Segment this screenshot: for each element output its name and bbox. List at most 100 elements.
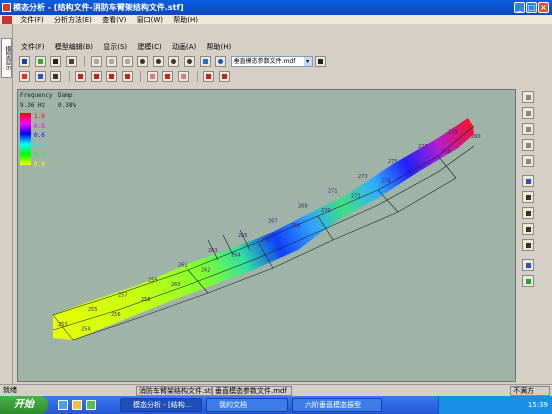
zoom-in-icon[interactable]	[137, 56, 149, 67]
close-button[interactable]: ×	[538, 2, 549, 13]
maximize-button[interactable]: □	[526, 2, 537, 13]
pointer-icon[interactable]	[65, 56, 77, 67]
step-forward-icon[interactable]	[178, 71, 190, 82]
node-label: 255	[88, 307, 98, 313]
status-file1: 消防车臂架结构文件.stf	[136, 386, 212, 396]
curve-icon[interactable]	[522, 123, 534, 135]
axis-icon[interactable]	[522, 175, 534, 187]
task-mode-shape[interactable]: 六阶垂直模态振型	[292, 398, 382, 412]
boom-surface	[53, 118, 474, 340]
line-icon[interactable]	[522, 91, 534, 103]
ie-icon[interactable]	[58, 400, 68, 410]
node-label: 265	[238, 233, 248, 239]
status-file2: 垂直模态参数文件.mdf	[212, 386, 292, 396]
mesh-icon[interactable]	[50, 71, 62, 82]
folder-icon[interactable]	[72, 400, 82, 410]
node-label: 269	[298, 204, 308, 210]
node-label: 263	[208, 248, 218, 254]
rotate-icon[interactable]	[522, 139, 534, 151]
transform-icon[interactable]	[522, 259, 534, 271]
node-label: 264	[231, 253, 241, 259]
grid-icon[interactable]	[522, 155, 534, 167]
globe-icon[interactable]	[215, 56, 227, 67]
left-panel	[0, 24, 13, 386]
task-my-documents[interactable]: 我的文档	[206, 398, 288, 412]
plus-icon[interactable]	[522, 107, 534, 119]
node-label: 277	[418, 144, 428, 150]
file-select-value: 垂直模态参数文件.mdf	[233, 58, 296, 65]
speed-icon[interactable]	[121, 71, 133, 82]
tab-model-display[interactable]: 模型显示	[1, 38, 12, 78]
minimize-button[interactable]: _	[514, 2, 525, 13]
rewind-icon[interactable]	[75, 71, 87, 82]
node-label: 259	[148, 278, 158, 284]
child-menu-help[interactable]: 帮助(H)	[202, 43, 235, 51]
undo-icon[interactable]	[90, 56, 102, 67]
node-label: 262	[201, 267, 211, 273]
menu-file[interactable]: 文件(F)	[16, 16, 48, 24]
node-label: 257	[118, 292, 128, 298]
step-icon[interactable]	[162, 71, 174, 82]
split-h-icon[interactable]	[522, 191, 534, 203]
node-label: 256	[111, 312, 121, 318]
zoom-fit-icon[interactable]	[184, 56, 196, 67]
task-modal-analysis[interactable]: 模态分析 - [结构...	[120, 398, 202, 412]
chevron-down-icon[interactable]: ▾	[303, 57, 312, 66]
node-label: 272	[351, 193, 361, 199]
boom-model: 253 254 255 256 257 258 259 260 261 262 263 264 265 2…	[52, 118, 481, 341]
node-label: 253	[58, 322, 68, 328]
menu-help[interactable]: 帮助(H)	[169, 16, 202, 24]
menu-window[interactable]: 窗口(W)	[133, 16, 167, 24]
right-toolbar	[518, 89, 552, 382]
node-label: 275	[388, 159, 398, 165]
save-icon[interactable]	[19, 56, 30, 67]
separator	[140, 71, 142, 82]
status-ready: 就绪	[3, 386, 17, 394]
taskbar: 开始 模态分析 - [结构... 我的文档 六阶垂直模态振型 15:39	[0, 396, 552, 414]
app-icon	[2, 3, 11, 12]
move-icon[interactable]	[50, 56, 62, 67]
zoom-box-icon[interactable]	[168, 56, 180, 67]
node-label: 271	[328, 189, 338, 195]
step-back-icon[interactable]	[146, 71, 158, 82]
chart-icon[interactable]	[522, 239, 534, 251]
child-menu-bar: 文件(F) 模型编辑(B) 显示(S) 建模(C) 动画(A) 帮助(H)	[17, 42, 547, 53]
pause-icon[interactable]	[106, 71, 118, 82]
zoom-out-icon[interactable]	[152, 56, 164, 67]
separator	[68, 71, 70, 82]
plot-icon[interactable]	[522, 223, 534, 235]
node-label: 254	[81, 327, 91, 333]
amp-up-icon[interactable]	[203, 71, 215, 82]
node-label: 268	[291, 223, 301, 229]
split-v-icon[interactable]	[522, 207, 534, 219]
color-map-icon[interactable]	[19, 71, 30, 82]
child-menu-file[interactable]: 文件(F)	[17, 43, 49, 51]
separator	[84, 56, 86, 67]
start-button[interactable]: 开始	[0, 396, 48, 414]
play-icon[interactable]	[90, 71, 102, 82]
child-menu-animate[interactable]: 动画(A)	[168, 43, 200, 51]
file-select[interactable]: 垂直模态参数文件.mdf ▾	[230, 56, 313, 67]
child-toolbar-1: 垂直模态参数文件.mdf ▾	[17, 55, 547, 69]
amp-down-icon[interactable]	[218, 71, 230, 82]
child-menu-edit[interactable]: 模型编辑(B)	[51, 43, 97, 51]
model-viewport[interactable]: Frequency Damp 9.36 Hz 0.38% 1.0 0.8 0.6 0.…	[17, 89, 516, 382]
menu-analysis[interactable]: 分析方法(E)	[50, 16, 96, 24]
node-label: 273	[358, 174, 368, 180]
node-label: 279	[448, 129, 458, 135]
node-icon[interactable]	[34, 56, 46, 67]
child-menu-display[interactable]: 显示(S)	[99, 43, 131, 51]
child-menu-build[interactable]: 建模(C)	[133, 43, 165, 51]
desktop-icon[interactable]	[86, 400, 96, 410]
node-label: 266	[261, 238, 271, 244]
menu-view[interactable]: 查看(V)	[98, 16, 130, 24]
rotate-icon[interactable]	[199, 56, 211, 67]
redo-icon[interactable]	[106, 56, 118, 67]
triangle-icon[interactable]	[522, 275, 534, 287]
wireframe-icon[interactable]	[34, 71, 46, 82]
status-mode: 不满方	[510, 386, 550, 396]
pan-icon[interactable]	[121, 56, 133, 67]
node-label: 260	[171, 282, 181, 288]
context-help-icon[interactable]	[315, 56, 327, 67]
status-bar: 就绪 消防车臂架结构文件.stf 垂直模态参数文件.mdf 不满方	[0, 384, 552, 396]
